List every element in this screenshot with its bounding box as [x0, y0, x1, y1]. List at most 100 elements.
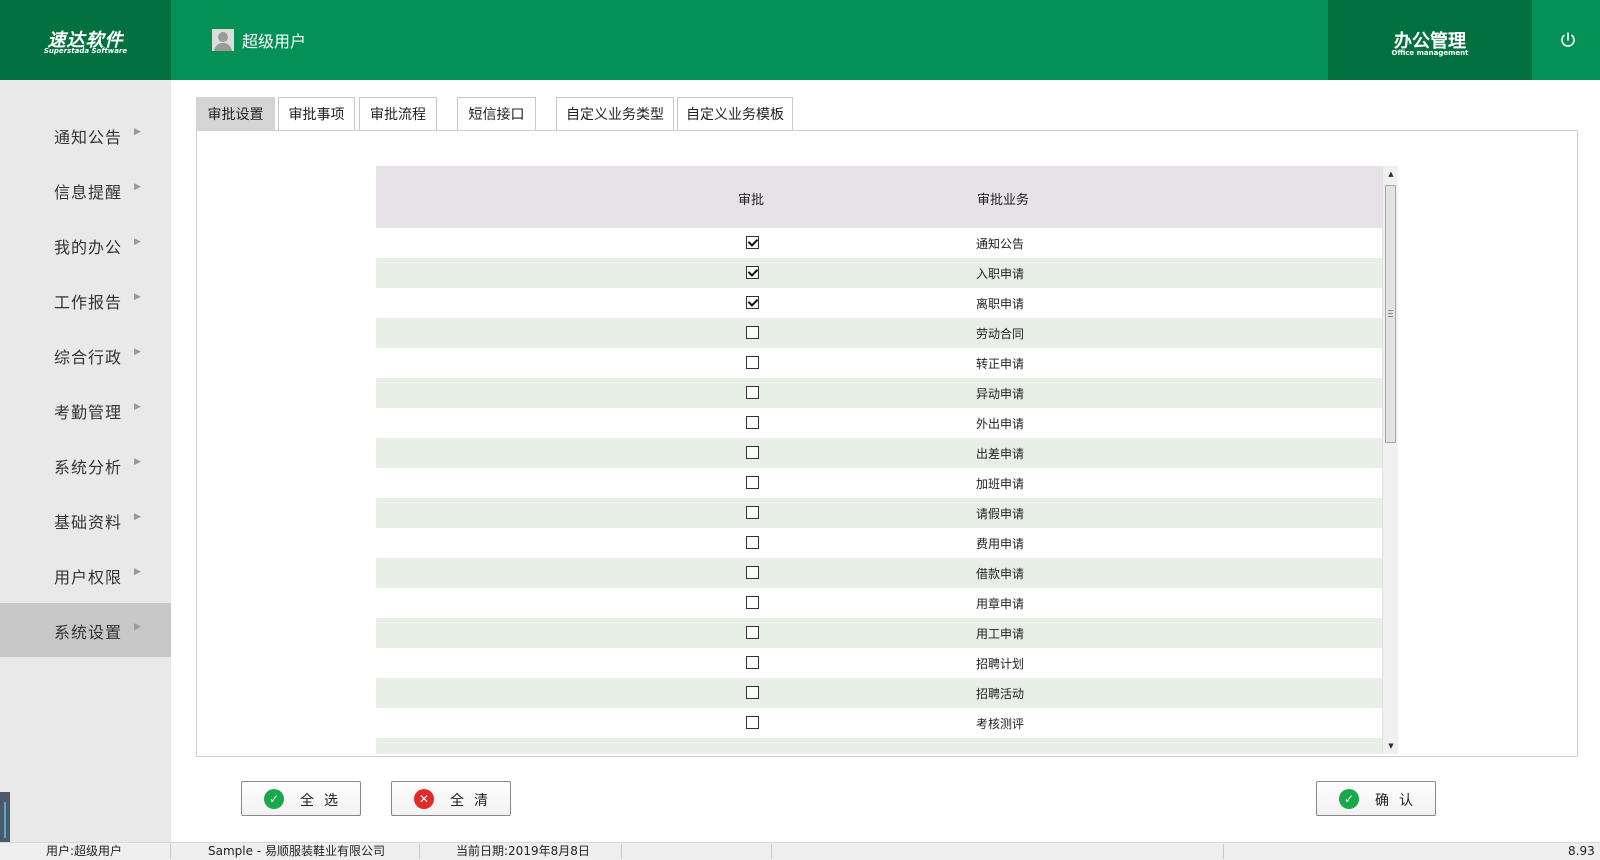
sidebar-item-system-settings[interactable]: 系统设置 ▶ — [0, 603, 171, 657]
current-user[interactable]: 超级用户 — [212, 28, 306, 52]
sidebar-item-label: 基础资料 — [54, 513, 123, 532]
business-name: 借款申请 — [976, 567, 1025, 581]
module-title-block: 办公管理 Office management — [1328, 0, 1532, 80]
logo-sub-text: Superstada Software — [43, 47, 128, 55]
table-row: 请假申请 — [376, 498, 1382, 528]
user-avatar-icon — [212, 29, 234, 51]
table-row — [376, 738, 1382, 754]
table-row: 用章申请 — [376, 588, 1382, 618]
approval-checkbox[interactable] — [746, 416, 759, 429]
sidebar-item-reminders[interactable]: 信息提醒 ▶ — [0, 163, 171, 217]
tab-sms-interface[interactable]: 短信接口 — [457, 97, 536, 130]
approval-checkbox[interactable] — [746, 476, 759, 489]
approval-checkbox[interactable] — [746, 686, 759, 699]
triangle-right-icon: ▶ — [134, 402, 141, 412]
business-name: 劳动合同 — [976, 327, 1025, 341]
approval-grid: 审批 审批业务 通知公告 入职申请 离职申请 劳动合同 转正申请 异动申请 外出申请 出差申请… — [376, 166, 1382, 754]
sidebar-item-basic-data[interactable]: 基础资料 ▶ — [0, 493, 171, 547]
scroll-thumb[interactable] — [1385, 185, 1396, 443]
status-separator — [771, 844, 772, 859]
status-separator — [1223, 844, 1224, 859]
table-row: 通知公告 — [376, 228, 1382, 258]
tab-approval-settings[interactable]: 审批设置 — [196, 97, 275, 130]
triangle-right-icon: ▶ — [134, 622, 141, 632]
status-separator — [419, 844, 420, 859]
triangle-right-icon: ▶ — [134, 567, 141, 577]
triangle-right-icon: ▶ — [134, 182, 141, 192]
confirm-label: 确认 — [1375, 793, 1423, 809]
tab-custom-business-template[interactable]: 自定义业务模板 — [677, 97, 793, 130]
power-button[interactable] — [1556, 28, 1580, 52]
business-name: 招聘计划 — [976, 657, 1025, 671]
sidebar: 通知公告 ▶ 信息提醒 ▶ 我的办公 ▶ 工作报告 ▶ 综合行政 ▶ 考勤管理 ▶ 系统分析 ▶ 基础资料 ▶… — [0, 80, 171, 848]
approval-checkbox[interactable] — [746, 656, 759, 669]
status-date: 当前日期:2019年8月8日 — [456, 844, 590, 858]
table-row: 招聘计划 — [376, 648, 1382, 678]
app-logo: 速达软件 Superstada Software — [0, 0, 171, 80]
approval-checkbox[interactable] — [746, 266, 759, 279]
sidebar-item-administration[interactable]: 综合行政 ▶ — [0, 328, 171, 382]
business-name: 出差申请 — [976, 447, 1025, 461]
scroll-down-button[interactable]: ▼ — [1383, 738, 1399, 754]
approval-checkbox[interactable] — [746, 296, 759, 309]
sidebar-item-analysis[interactable]: 系统分析 ▶ — [0, 438, 171, 492]
sidebar-item-my-office[interactable]: 我的办公 ▶ — [0, 218, 171, 272]
approval-checkbox[interactable] — [746, 356, 759, 369]
status-version: 8.93 — [1568, 844, 1595, 858]
approval-checkbox[interactable] — [746, 446, 759, 459]
check-circle-icon: ✓ — [264, 789, 284, 809]
sidebar-item-work-report[interactable]: 工作报告 ▶ — [0, 273, 171, 327]
tab-approval-items[interactable]: 审批事项 — [278, 97, 355, 130]
grid-scrollbar[interactable]: ▲ ▼ — [1382, 166, 1398, 754]
approval-checkbox[interactable] — [746, 626, 759, 639]
clear-all-label: 全清 — [450, 793, 498, 809]
x-circle-icon: ✕ — [414, 789, 434, 809]
sidebar-item-label: 信息提醒 — [54, 183, 123, 202]
approval-checkbox[interactable] — [746, 566, 759, 579]
triangle-right-icon: ▶ — [134, 347, 141, 357]
approval-checkbox[interactable] — [746, 386, 759, 399]
approval-checkbox[interactable] — [746, 236, 759, 249]
business-name: 费用申请 — [976, 537, 1025, 551]
grip-icon — [1388, 310, 1393, 317]
sidebar-item-user-permissions[interactable]: 用户权限 ▶ — [0, 548, 171, 602]
table-row: 转正申请 — [376, 348, 1382, 378]
business-name: 加班申请 — [976, 477, 1025, 491]
select-all-button[interactable]: ✓ 全选 — [241, 781, 361, 816]
approval-checkbox[interactable] — [746, 326, 759, 339]
business-name: 考核测评 — [976, 717, 1025, 731]
power-icon — [1561, 32, 1575, 47]
business-name: 通知公告 — [976, 237, 1025, 251]
status-company: Sample - 易顺服装鞋业有限公司 — [208, 844, 385, 858]
clear-all-button[interactable]: ✕ 全清 — [391, 781, 511, 816]
status-separator — [170, 844, 171, 859]
tab-approval-flow[interactable]: 审批流程 — [359, 97, 437, 130]
sidebar-item-label: 系统设置 — [54, 623, 123, 642]
approval-checkbox[interactable] — [746, 596, 759, 609]
business-name: 离职申请 — [976, 297, 1025, 311]
sidebar-item-label: 我的办公 — [54, 238, 123, 257]
approval-checkbox[interactable] — [746, 506, 759, 519]
table-row: 考核测评 — [376, 708, 1382, 738]
business-name: 用章申请 — [976, 597, 1025, 611]
sidebar-resize-handle[interactable] — [0, 792, 10, 848]
triangle-right-icon: ▶ — [134, 512, 141, 522]
table-row: 借款申请 — [376, 558, 1382, 588]
business-name: 入职申请 — [976, 267, 1025, 281]
sidebar-item-label: 工作报告 — [54, 293, 123, 312]
table-row: 离职申请 — [376, 288, 1382, 318]
sidebar-item-label: 综合行政 — [54, 348, 123, 367]
status-bar: 用户:超级用户 Sample - 易顺服装鞋业有限公司 当前日期:2019年8月… — [0, 842, 1600, 860]
status-user: 用户:超级用户 — [46, 844, 123, 858]
confirm-button[interactable]: ✓ 确认 — [1316, 781, 1436, 816]
sidebar-item-notices[interactable]: 通知公告 ▶ — [0, 108, 171, 162]
sidebar-item-label: 考勤管理 — [54, 403, 123, 422]
approval-checkbox[interactable] — [746, 716, 759, 729]
scroll-up-button[interactable]: ▲ — [1383, 166, 1399, 182]
tab-custom-business-type[interactable]: 自定义业务类型 — [556, 97, 674, 130]
table-row: 用工申请 — [376, 618, 1382, 648]
sidebar-item-attendance[interactable]: 考勤管理 ▶ — [0, 383, 171, 437]
business-name: 招聘活动 — [976, 687, 1025, 701]
approval-checkbox[interactable] — [746, 536, 759, 549]
business-name: 转正申请 — [976, 357, 1025, 371]
